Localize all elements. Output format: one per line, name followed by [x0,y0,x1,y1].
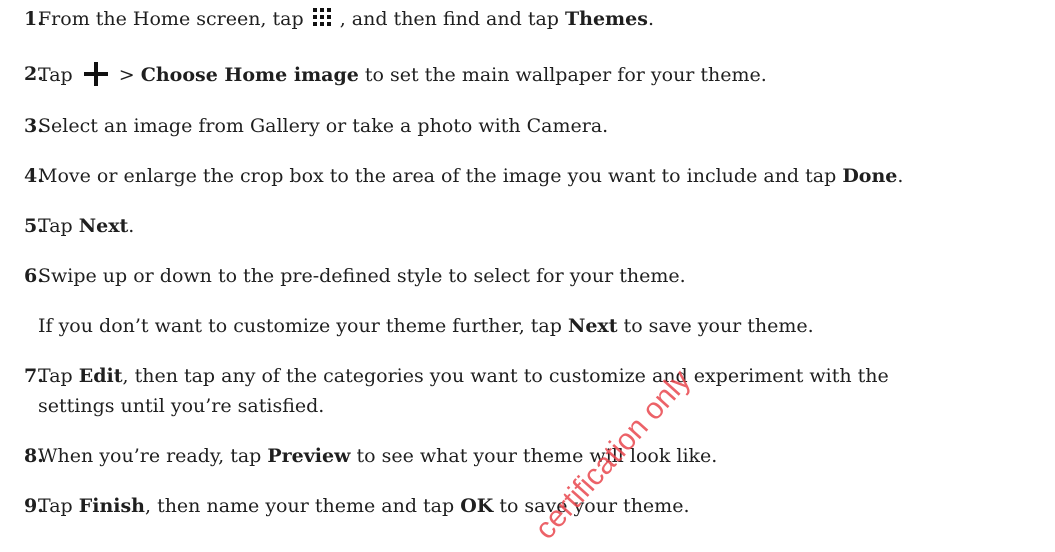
step-text: Tap Finish, then name your theme and tap… [38,493,689,519]
step-bold-term: OK [460,495,494,517]
step-text-part: From the Home screen, tap [38,8,310,30]
instruction-steps: 1. From the Home screen, tap , and then … [0,0,1055,552]
step-text-part: Tap [38,215,79,237]
step-text: Tap > Choose Home image to set the main … [38,61,767,88]
step-bold-term: Choose Home image [140,64,359,86]
apps-grid-icon [312,7,332,27]
step-text-part: . [647,8,654,30]
step-text: When you’re ready, tap Preview to see wh… [38,443,717,469]
step-text: From the Home screen, tap , and then fin… [38,6,654,32]
step-text: Swipe up or down to the pre-defined styl… [38,265,686,287]
step-text-part: to save your theme. [617,315,814,337]
step-text-part: . [128,215,135,237]
step-text-part: , then tap any of the categories you wan… [122,365,889,387]
step-text-part: When you’re ready, tap [38,445,268,467]
step-bold-term: Preview [267,445,351,467]
step-text-continued: settings until you’re satisfied. [38,395,325,417]
step-text-part: to set the main wallpaper for your theme… [358,64,767,86]
step-bold-term: Next [78,215,129,237]
step-bold-term: Themes [565,8,648,30]
step-bold-term: Done [842,165,898,187]
step-text-part: Tap [38,365,79,387]
step-bold-term: Next [567,315,618,337]
step-text-part: , then name your theme and tap [144,495,461,517]
step-text-part: Move or enlarge the crop box to the area… [38,165,843,187]
step-text-part: to see what your theme will look like. [350,445,718,467]
step-text-part: , and then find and tap [333,8,565,30]
plus-icon [83,61,109,87]
step-text-part: Tap [38,495,79,517]
step-text: Move or enlarge the crop box to the area… [38,163,903,189]
step-note: If you don’t want to customize your them… [38,313,814,339]
step-text-part: to save your theme. [493,495,690,517]
step-text-part: Tap [38,64,79,86]
step-text-part: If you don’t want to customize your them… [38,315,568,337]
step-text-part: > [112,64,141,86]
step-bold-term: Finish [78,495,145,517]
step-bold-term: Edit [78,365,123,387]
step-text: Select an image from Gallery or take a p… [38,115,609,137]
step-text: Tap Edit, then tap any of the categories… [38,363,889,389]
step-text-part: . [897,165,904,187]
step-text: Tap Next. [38,213,134,239]
